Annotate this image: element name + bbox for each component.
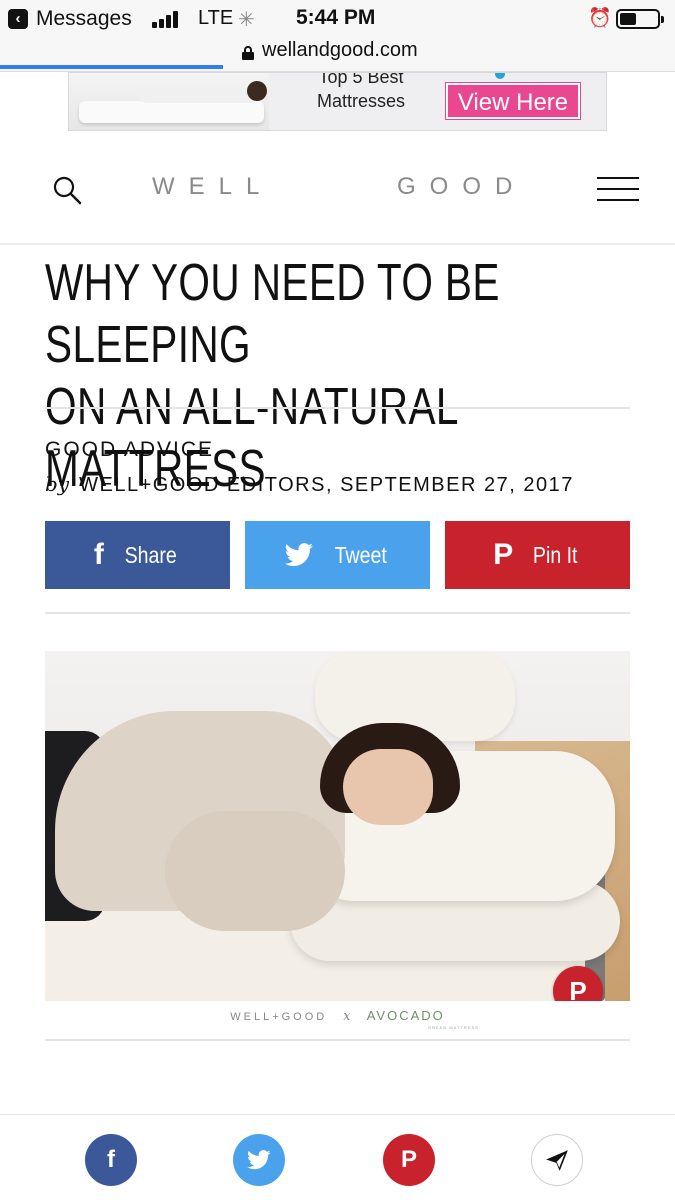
page-load-progress — [0, 65, 223, 69]
share-pinterest-label: Pin It — [533, 541, 578, 568]
photo-credit-brand: AVOCADO — [366, 1008, 445, 1023]
site-header: WELL GOOD — [0, 131, 675, 245]
photo-credit-brand-sub: GREEN MATTRESS — [428, 1025, 479, 1030]
ad-mattress-image[interactable] — [69, 73, 269, 130]
share-pinterest-button[interactable]: P Pin It — [445, 521, 630, 589]
share-twitter-label: Tweet — [334, 541, 387, 568]
hamburger-menu-icon[interactable] — [597, 175, 639, 203]
battery-level-fill — [620, 13, 636, 25]
ad-brand-dot-icon — [495, 73, 505, 79]
battery-icon — [616, 9, 664, 29]
battery-tip — [661, 16, 664, 23]
byline-text[interactable]: WELL+GOOD EDITORS, SEPTEMBER 27, 2017 — [79, 474, 574, 496]
twitter-bird-icon — [247, 1150, 271, 1170]
divider — [45, 1039, 630, 1041]
bottom-share-twitter-button[interactable] — [233, 1134, 285, 1186]
network-type: LTE — [198, 7, 234, 29]
twitter-bird-icon — [284, 543, 313, 567]
share-twitter-button[interactable]: Tweet — [245, 521, 430, 589]
article-category[interactable]: GOOD ADVICE — [45, 438, 214, 462]
article-byline: by WELL+GOOD EDITORS, SEPTEMBER 27, 2017 — [45, 472, 574, 497]
article-hero-image[interactable]: P — [45, 651, 630, 1001]
photo-credit: WELL+GOOD x AVOCADO GREEN MATTRESS — [45, 1008, 630, 1030]
divider — [45, 407, 630, 409]
ad-view-here-button[interactable]: View Here — [446, 83, 580, 119]
pinterest-icon: P — [569, 976, 587, 1001]
signal-strength-icon — [152, 10, 182, 28]
byline-prefix: by — [45, 472, 70, 496]
ad-headline: Top 5 Best Mattresses — [301, 72, 421, 113]
alarm-icon: ⏰ — [588, 8, 612, 29]
ad-headline-line1: Top 5 Best — [318, 72, 404, 87]
activity-spinner-icon: ✳ — [238, 9, 255, 31]
pinterest-icon: P — [493, 538, 514, 571]
bottom-share-pinterest-button[interactable]: P — [383, 1134, 435, 1186]
ad-banner[interactable]: Top 5 Best Mattresses View Here — [68, 72, 607, 131]
back-app-label[interactable]: Messages — [36, 7, 132, 31]
pinterest-icon: P — [400, 1146, 417, 1173]
facebook-icon: f — [93, 538, 104, 571]
bottom-share-bar: f P — [0, 1114, 675, 1200]
lock-icon — [242, 46, 254, 60]
divider — [45, 612, 630, 614]
back-to-app-icon[interactable]: ‹ — [8, 9, 28, 29]
ad-headline-line2: Mattresses — [316, 91, 406, 111]
logo-good[interactable]: GOOD — [397, 173, 526, 201]
share-facebook-label: Share — [124, 541, 177, 568]
logo-well[interactable]: WELL — [152, 173, 273, 201]
bottom-send-button[interactable] — [531, 1134, 583, 1186]
facebook-icon: f — [107, 1146, 115, 1173]
photo-credit-wellgood: WELL+GOOD — [230, 1011, 328, 1023]
photo-credit-x: x — [343, 1009, 351, 1024]
article-title: WHY YOU NEED TO BE SLEEPING ON AN ALL-NA… — [45, 252, 638, 500]
url-text[interactable]: wellandgood.com — [262, 39, 418, 62]
share-facebook-button[interactable]: f Share — [45, 521, 230, 589]
search-icon[interactable] — [52, 175, 82, 205]
paper-plane-icon — [546, 1150, 568, 1171]
status-bar: ‹ Messages LTE ✳ 5:44 PM ⏰ — [0, 0, 675, 36]
bottom-share-facebook-button[interactable]: f — [85, 1134, 137, 1186]
clock: 5:44 PM — [296, 6, 376, 29]
article-title-line1: WHY YOU NEED TO BE SLEEPING — [45, 254, 500, 374]
